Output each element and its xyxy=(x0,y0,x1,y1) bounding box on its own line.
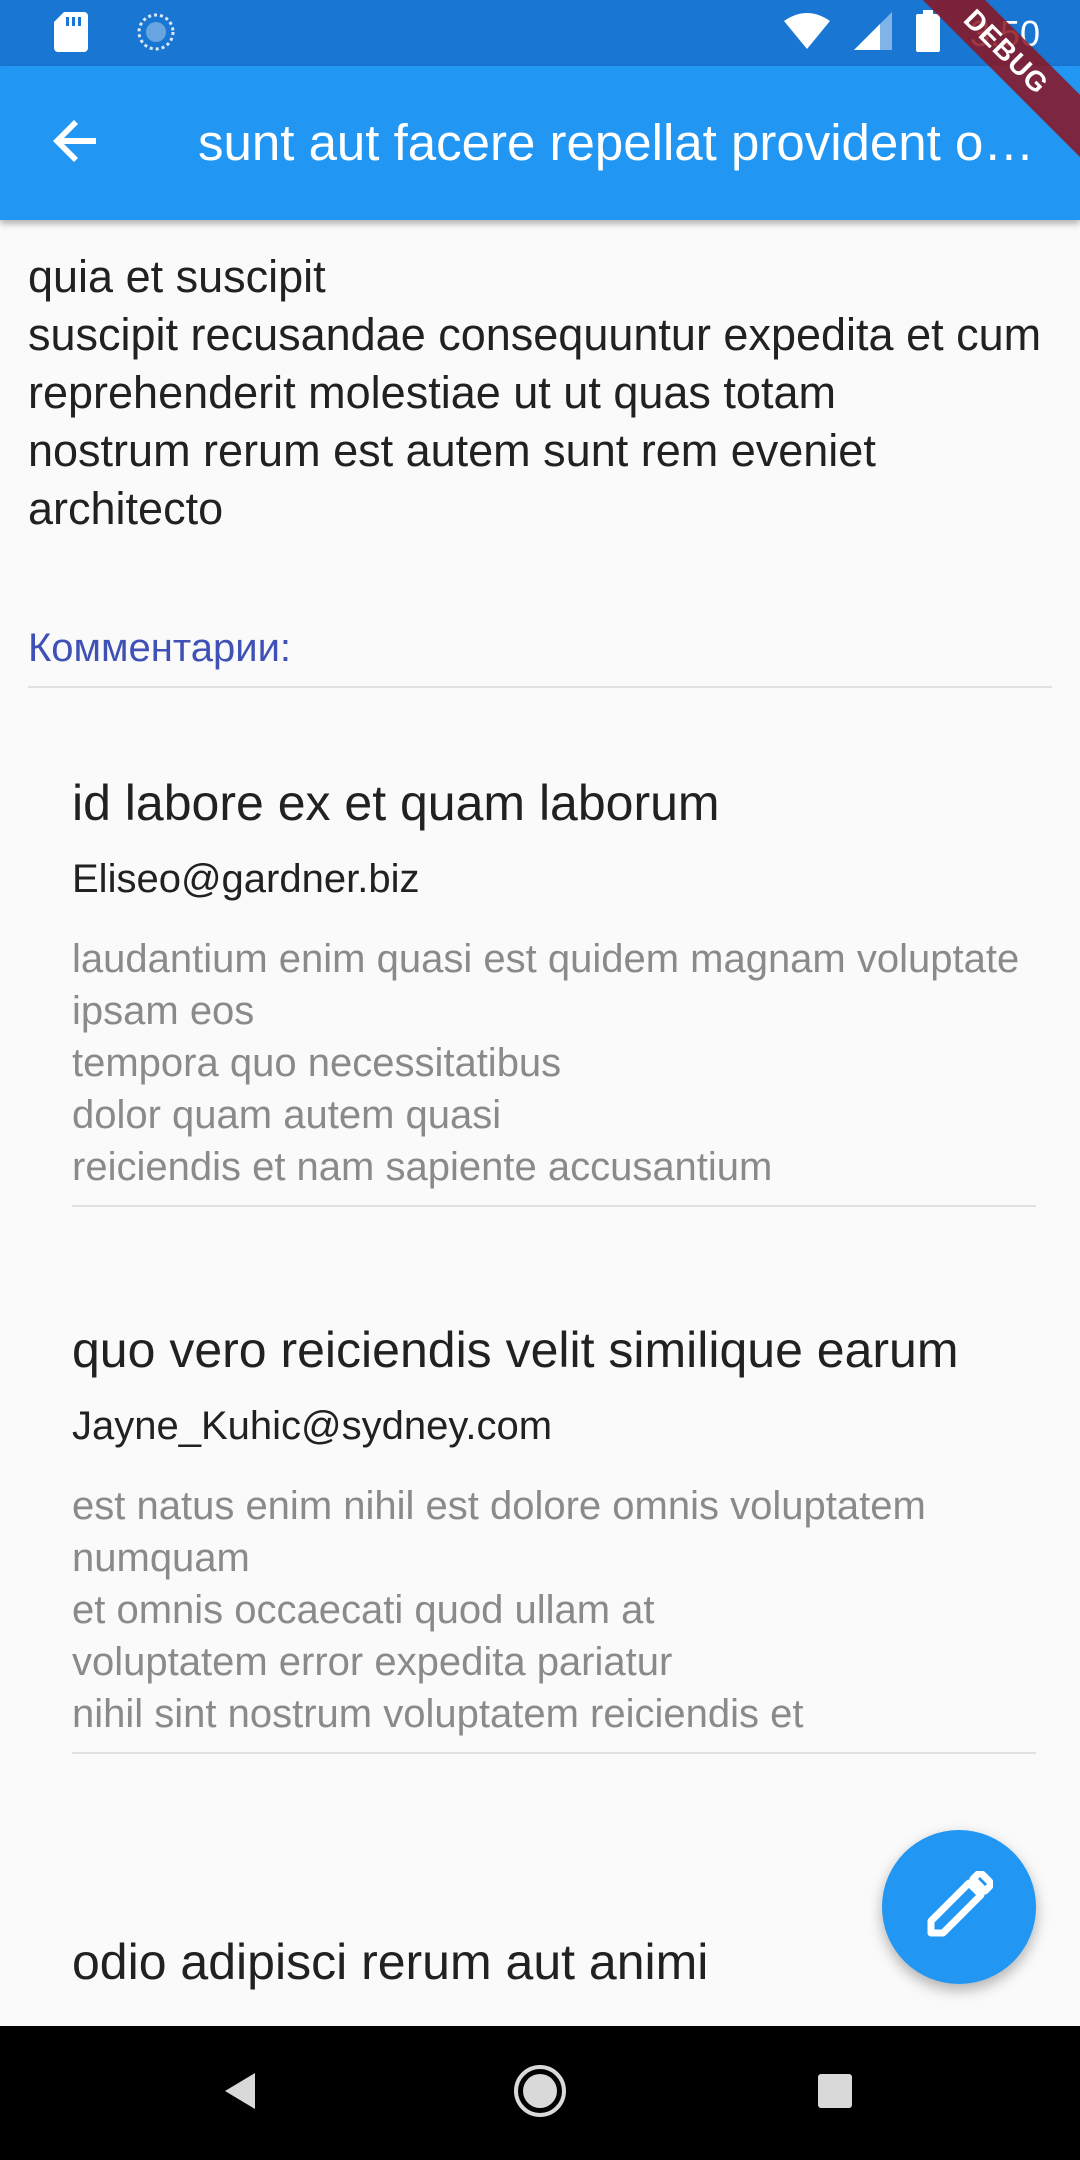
nav-recents-button[interactable] xyxy=(802,2060,868,2126)
comment-item: id labore ex et quam laborum Eliseo@gard… xyxy=(72,772,1036,1207)
screen: 3:50 DEBUG sunt aut facere repellat prov… xyxy=(0,0,1080,2160)
back-button[interactable] xyxy=(38,105,114,181)
post-detail-content[interactable]: quia et suscipit suscipit recusandae con… xyxy=(0,220,1080,2026)
comment-email: Jayne_Kuhic@sydney.com xyxy=(72,1404,553,1448)
status-left-icons xyxy=(54,12,176,57)
battery-icon xyxy=(915,10,940,57)
comment-body: laudantium enim quasi est quidem magnam … xyxy=(72,937,1020,1189)
signal-icon xyxy=(853,12,892,55)
comment-body: est natus enim nihil est dolore omnis vo… xyxy=(72,1484,926,1736)
divider xyxy=(72,1205,1036,1207)
comment-title: id labore ex et quam laborum xyxy=(72,775,720,831)
wifi-icon xyxy=(783,13,830,54)
nav-recents-icon xyxy=(816,2072,854,2115)
comment-email: Eliseo@gardner.biz xyxy=(72,857,420,901)
edit-pencil-icon xyxy=(925,1869,994,1944)
nav-back-button[interactable] xyxy=(208,2060,274,2126)
post-body: quia et suscipit suscipit recusandae con… xyxy=(28,251,1042,534)
status-bar: 3:50 xyxy=(0,0,1080,66)
nav-back-icon xyxy=(221,2071,261,2116)
system-nav-bar xyxy=(0,2026,1080,2160)
sync-icon xyxy=(136,12,176,57)
nav-home-button[interactable] xyxy=(507,2060,573,2126)
comment-item: quo vero reiciendis velit similique earu… xyxy=(72,1319,1036,1754)
nav-home-icon xyxy=(512,2063,568,2124)
sd-card-icon xyxy=(54,12,88,57)
divider xyxy=(28,686,1052,688)
comment-title: quo vero reiciendis velit similique earu… xyxy=(72,1322,959,1378)
app-bar: sunt aut facere repellat provident occae… xyxy=(0,66,1080,220)
arrow-back-icon xyxy=(52,117,100,170)
comments-heading: Комментарии: xyxy=(28,626,292,670)
divider xyxy=(72,1752,1036,1754)
page-title: sunt aut facere repellat provident occae… xyxy=(198,114,1038,171)
edit-fab-button[interactable] xyxy=(882,1830,1036,1984)
